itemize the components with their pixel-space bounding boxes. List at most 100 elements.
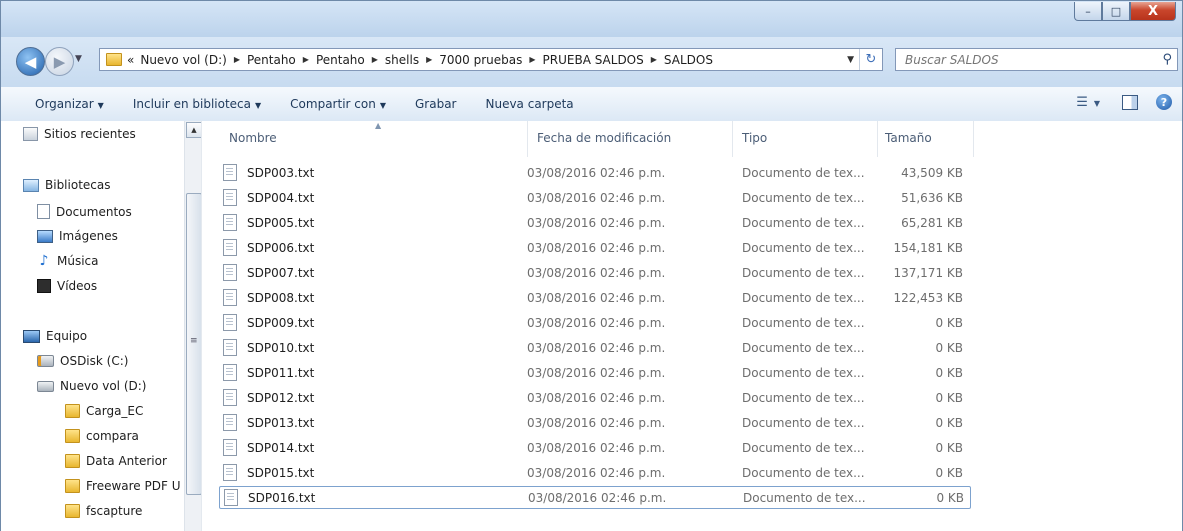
nav-scrollbar[interactable]: ▲ ≡ — [184, 121, 201, 531]
chevron-down-icon: ▼ — [1093, 98, 1100, 108]
breadcrumb-separator-icon[interactable]: ▶ — [651, 55, 657, 64]
breadcrumb-separator-icon[interactable]: ▶ — [303, 55, 309, 64]
help-button[interactable]: ? — [1156, 94, 1172, 110]
file-size: 0 KB — [936, 490, 964, 505]
refresh-button[interactable]: ↻ — [859, 49, 882, 70]
nav-item-folder[interactable]: Carga_EC — [65, 404, 143, 418]
new-folder-button[interactable]: Nueva carpeta — [485, 97, 573, 111]
column-divider[interactable] — [527, 121, 528, 157]
file-size: 0 KB — [935, 340, 963, 355]
text-file-icon — [223, 389, 237, 406]
table-row[interactable]: SDP006.txt 03/08/2016 02:46 p.m. Documento… — [219, 236, 971, 259]
text-file-icon — [223, 214, 237, 231]
column-header-name[interactable]: Nombre — [229, 131, 277, 145]
change-view-button[interactable]: ☰ ▼ — [1076, 95, 1100, 110]
nav-item-nuevo-vol[interactable]: Nuevo vol (D:) — [37, 379, 146, 393]
nav-item-music[interactable]: ♪ Música — [37, 254, 99, 268]
nav-item-folder[interactable]: fscapture — [65, 504, 142, 518]
file-size: 0 KB — [935, 465, 963, 480]
forward-arrow-icon: ▶ — [53, 52, 66, 71]
file-date: 03/08/2016 02:46 p.m. — [527, 265, 666, 280]
column-header-type[interactable]: Tipo — [742, 131, 767, 145]
preview-pane-button[interactable] — [1122, 94, 1138, 110]
back-arrow-icon: ◀ — [24, 52, 37, 71]
organize-menu[interactable]: Organizar ▼ — [35, 97, 104, 111]
window-controls: – □ X — [1074, 2, 1176, 21]
breadcrumb-separator-icon[interactable]: ▶ — [426, 55, 432, 64]
breadcrumb-item[interactable]: PRUEBA SALDOS — [543, 53, 644, 67]
table-row[interactable]: SDP016.txt 03/08/2016 02:46 p.m. Documento… — [219, 486, 971, 509]
breadcrumb-item[interactable]: Nuevo vol (D:) — [140, 53, 226, 67]
nav-item-folder[interactable]: compara — [65, 429, 139, 443]
nav-item-osdisk[interactable]: OSDisk (C:) — [37, 354, 128, 368]
table-row[interactable]: SDP014.txt 03/08/2016 02:46 p.m. Documento… — [219, 436, 971, 459]
column-header-size[interactable]: Tamaño — [885, 131, 932, 145]
file-type: Documento de tex... — [742, 290, 865, 305]
file-name: SDP007.txt — [247, 265, 315, 280]
breadcrumb-overflow[interactable]: « — [127, 53, 134, 67]
address-history-dropdown[interactable]: ▼ — [847, 55, 854, 65]
table-row[interactable]: SDP007.txt 03/08/2016 02:46 p.m. Documento… — [219, 261, 971, 284]
nav-item-images[interactable]: Imágenes — [37, 229, 118, 243]
folder-icon — [65, 479, 80, 493]
file-type: Documento de tex... — [742, 365, 865, 380]
minimize-button[interactable]: – — [1074, 2, 1102, 21]
search-input[interactable] — [903, 51, 1147, 68]
file-date: 03/08/2016 02:46 p.m. — [527, 390, 666, 405]
breadcrumb-separator-icon[interactable]: ▶ — [234, 55, 240, 64]
maximize-button[interactable]: □ — [1102, 2, 1130, 21]
table-row[interactable]: SDP011.txt 03/08/2016 02:46 p.m. Documento… — [219, 361, 971, 384]
column-divider[interactable] — [973, 121, 974, 157]
recent-pages-dropdown[interactable]: ▼ — [75, 54, 82, 64]
table-row[interactable]: SDP013.txt 03/08/2016 02:46 p.m. Documento… — [219, 411, 971, 434]
table-row[interactable]: SDP005.txt 03/08/2016 02:46 p.m. Documento… — [219, 211, 971, 234]
nav-item-label: Nuevo vol (D:) — [60, 379, 147, 393]
search-icon[interactable]: ⚲ — [1162, 52, 1172, 67]
nav-item-label: Carga_EC — [86, 404, 144, 418]
table-row[interactable]: SDP003.txt 03/08/2016 02:46 p.m. Documento… — [219, 161, 971, 184]
breadcrumb-item[interactable]: shells — [385, 53, 419, 67]
burn-button[interactable]: Grabar — [415, 97, 457, 111]
table-row[interactable]: SDP015.txt 03/08/2016 02:46 p.m. Documento… — [219, 461, 971, 484]
close-button[interactable]: X — [1130, 2, 1176, 21]
file-name: SDP003.txt — [247, 165, 315, 180]
file-type: Documento de tex... — [742, 465, 865, 480]
scroll-up-button[interactable]: ▲ — [186, 122, 201, 138]
table-row[interactable]: SDP008.txt 03/08/2016 02:46 p.m. Documento… — [219, 286, 971, 309]
breadcrumb-item[interactable]: Pentaho — [316, 53, 365, 67]
column-divider[interactable] — [877, 121, 878, 157]
title-bar[interactable]: – □ X — [1, 1, 1182, 37]
forward-button[interactable]: ▶ — [45, 47, 74, 76]
back-button[interactable]: ◀ — [16, 47, 45, 76]
scroll-thumb[interactable]: ≡ — [186, 193, 201, 495]
nav-item-documents[interactable]: Documentos — [37, 204, 132, 219]
file-name: SDP005.txt — [247, 215, 315, 230]
nav-item-folder[interactable]: Freeware PDF U — [65, 479, 180, 493]
address-bar[interactable]: « Nuevo vol (D:) ▶ Pentaho ▶ Pentaho ▶ s… — [99, 48, 883, 71]
breadcrumb-item-current[interactable]: SALDOS — [664, 53, 713, 67]
breadcrumb-separator-icon[interactable]: ▶ — [372, 55, 378, 64]
folder-icon — [65, 504, 80, 518]
table-row[interactable]: SDP012.txt 03/08/2016 02:46 p.m. Documento… — [219, 386, 971, 409]
breadcrumb-item[interactable]: 7000 pruebas — [439, 53, 522, 67]
include-library-menu[interactable]: Incluir en biblioteca ▼ — [133, 97, 261, 111]
column-divider[interactable] — [732, 121, 733, 157]
nav-item-videos[interactable]: Vídeos — [37, 279, 97, 293]
nav-item-folder[interactable]: Data Anterior — [65, 454, 167, 468]
file-type: Documento de tex... — [742, 265, 865, 280]
file-date: 03/08/2016 02:46 p.m. — [527, 465, 666, 480]
folder-icon — [65, 429, 80, 443]
share-with-menu[interactable]: Compartir con ▼ — [290, 97, 386, 111]
breadcrumb-separator-icon[interactable]: ▶ — [529, 55, 535, 64]
file-size: 0 KB — [935, 390, 963, 405]
nav-item-computer[interactable]: Equipo — [23, 329, 87, 343]
table-row[interactable]: SDP004.txt 03/08/2016 02:46 p.m. Documento… — [219, 186, 971, 209]
nav-item-libraries[interactable]: Bibliotecas — [23, 178, 110, 192]
breadcrumb-item[interactable]: Pentaho — [247, 53, 296, 67]
table-row[interactable]: SDP010.txt 03/08/2016 02:46 p.m. Documento… — [219, 336, 971, 359]
drive-icon — [37, 380, 54, 392]
nav-item-recent[interactable]: Sitios recientes — [23, 127, 136, 141]
column-header-date[interactable]: Fecha de modificación — [537, 131, 671, 145]
table-row[interactable]: SDP009.txt 03/08/2016 02:46 p.m. Documento… — [219, 311, 971, 334]
nav-item-label: Documentos — [56, 204, 132, 219]
